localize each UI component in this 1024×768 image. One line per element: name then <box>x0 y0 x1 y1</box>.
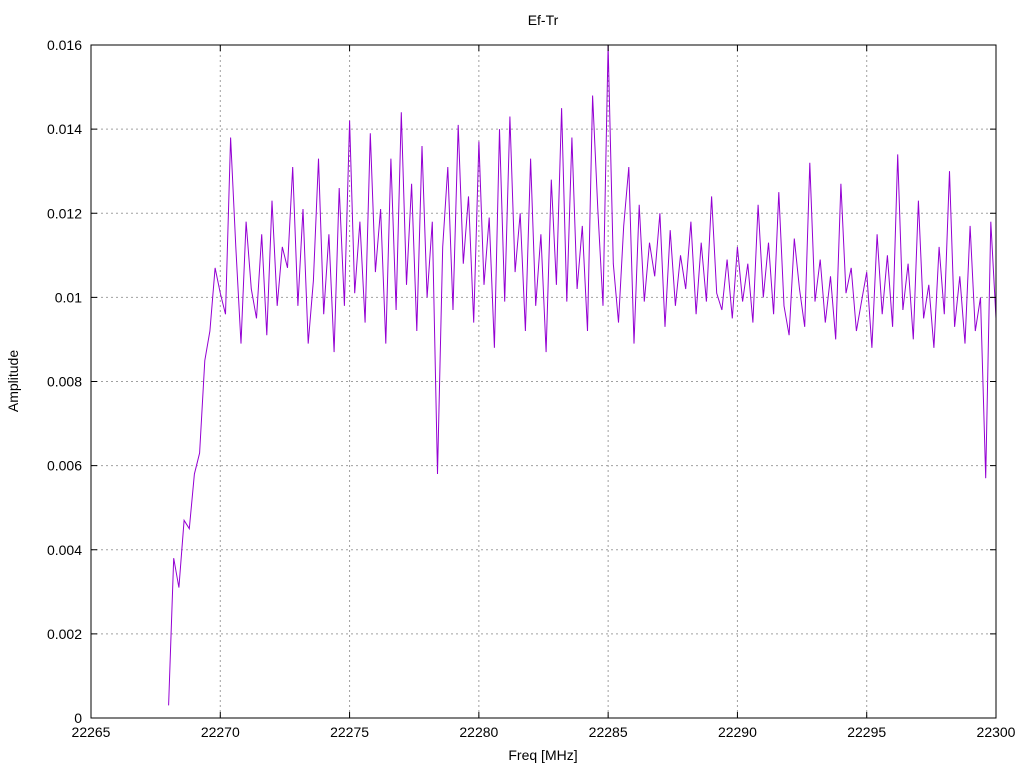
y-tick-label: 0 <box>74 710 82 726</box>
y-tick-label: 0.014 <box>47 121 82 137</box>
tick-layer: 22265 22270 22275 22280 22285 22290 22295 22300… <box>47 37 1016 740</box>
chart: 22265 22270 22275 22280 22285 22290 22295 22300… <box>5 12 1016 763</box>
x-tick-label: 22300 <box>977 724 1016 740</box>
x-tick-label: 22280 <box>459 724 498 740</box>
series-line-ef-tr <box>168 44 997 706</box>
y-tick-label: 0.008 <box>47 374 82 390</box>
x-tick-label: 22270 <box>201 724 240 740</box>
y-axis-label: Amplitude <box>5 350 21 412</box>
y-tick-label: 0.002 <box>47 626 82 642</box>
y-tick-label: 0.006 <box>47 458 82 474</box>
x-tick-label: 22285 <box>589 724 628 740</box>
chart-title: Ef-Tr <box>528 12 559 28</box>
grid-layer <box>91 45 996 718</box>
y-tick-label: 0.01 <box>55 289 82 305</box>
x-axis-label: Freq [MHz] <box>508 747 577 763</box>
y-tick-label: 0.016 <box>47 37 82 53</box>
y-tick-label: 0.004 <box>47 542 82 558</box>
x-tick-label: 22265 <box>72 724 111 740</box>
x-tick-label: 22275 <box>330 724 369 740</box>
x-tick-label: 22295 <box>847 724 886 740</box>
x-tick-label: 22290 <box>718 724 757 740</box>
y-tick-label: 0.012 <box>47 205 82 221</box>
